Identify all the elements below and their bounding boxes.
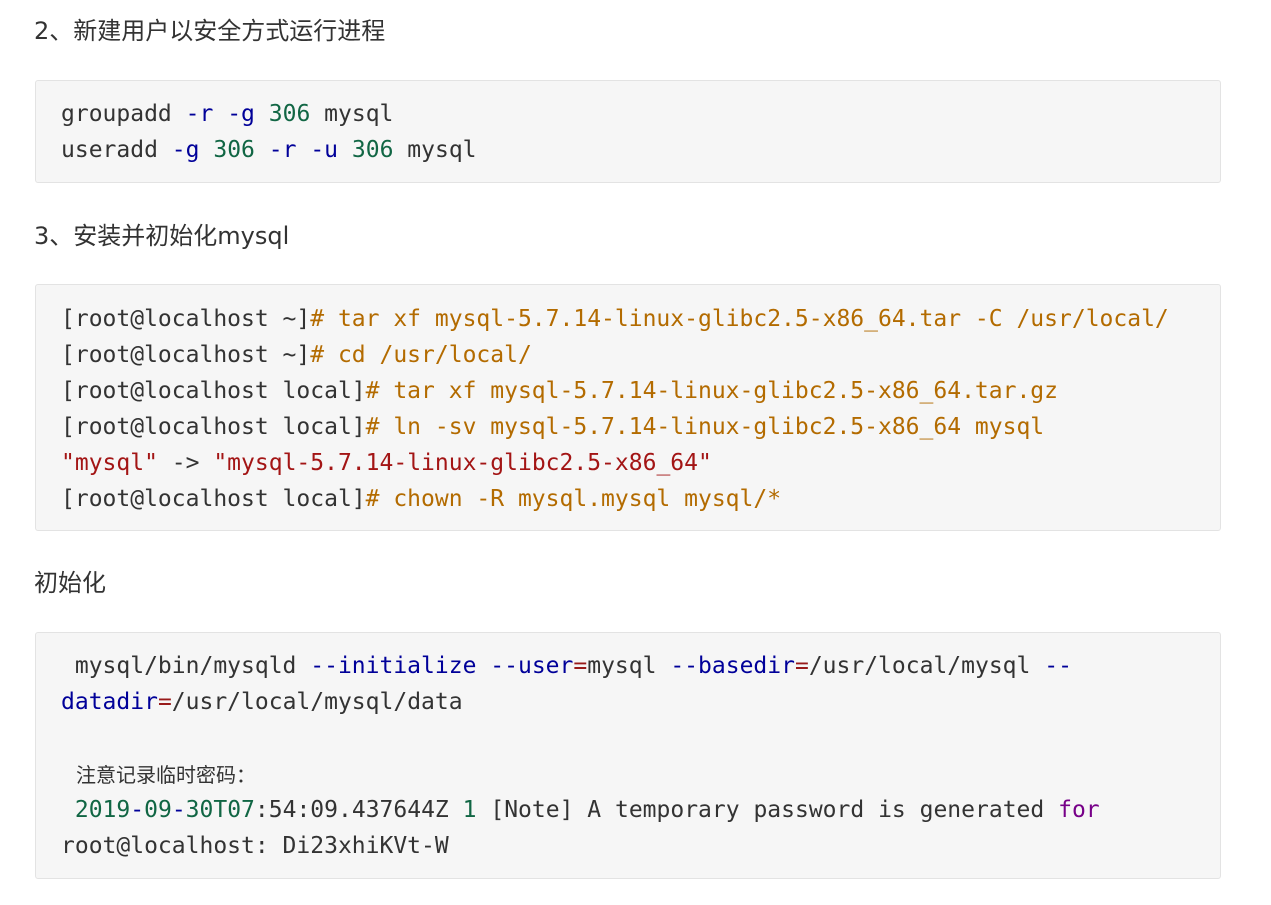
code-block-install: [root@localhost ~]# tar xf mysql-5.7.14-… [35,284,1221,531]
shell-prompt: [root@localhost local] [61,486,366,512]
code-line-tar-xf: [root@localhost ~]# tar xf mysql-5.7.14-… [61,301,1169,337]
code-token: -r [185,101,214,127]
code-token: mysql/bin/mysqld [61,653,311,679]
shell-command: # ln -sv mysql-5.7.14-linux-glibc2.5-x86… [365,414,1045,440]
code-line-ln: [root@localhost local]# ln -sv mysql-5.7… [61,409,1044,445]
code-line-tar-gz: [root@localhost local]# tar xf mysql-5.7… [61,373,1058,409]
code-block-create-user: groupadd -r -g 306 mysql useradd -g 306 … [35,80,1221,183]
code-token: useradd [61,137,158,163]
note-temp-password: 注意记录临时密码： [76,763,256,787]
code-token: 30T07 [185,797,255,823]
code-line-datadir: datadir=/usr/local/mysql/data [61,684,463,720]
code-token: 1 [462,797,477,823]
code-token: = [157,689,172,715]
code-block-initialize: mysql/bin/mysqld --initialize --user=mys… [35,632,1221,879]
code-token: --user [490,653,574,679]
code-token: datadir [61,689,158,715]
code-token: - [171,797,186,823]
code-token: 306 [268,101,311,127]
code-token: -r [268,137,297,163]
code-token: -- [1044,653,1072,679]
shell-command: # chown -R mysql.mysql mysql/* [365,486,782,512]
code-token: 2019 [74,797,131,823]
code-token: :54:09.437644Z [254,797,463,823]
code-token: for [1058,797,1100,823]
code-token: mysql [393,137,477,163]
code-line-log-output: 2019-09-30T07:54:09.437644Z 1 [Note] A t… [61,792,1100,828]
shell-prompt: [root@localhost local] [61,414,366,440]
code-line-symlink-output: "mysql" -> "mysql-5.7.14-linux-glibc2.5-… [61,445,712,481]
code-token: 09 [144,797,172,823]
code-line-password: root@localhost: Di23xhiKVt-W [61,833,449,859]
heading-initialize: 初始化 [34,569,106,597]
code-token: /usr/local/mysql/data [171,689,463,715]
code-token: --basedir [670,653,795,679]
shell-command: # tar xf mysql-5.7.14-linux-glibc2.5-x86… [310,306,1169,332]
code-line-cd: [root@localhost ~]# cd /usr/local/ [61,337,532,373]
string-token: "mysql-5.7.14-linux-glibc2.5-x86_64" [213,450,712,476]
shell-prompt: [root@localhost ~] [61,306,311,332]
code-line-groupadd: groupadd -r -g 306 mysql [61,96,393,132]
code-token: -u [310,137,339,163]
shell-prompt: [root@localhost ~] [61,342,311,368]
code-token: = [794,653,809,679]
heading-step-2: 2、新建用户以安全方式运行进程 [34,17,386,45]
shell-prompt: [root@localhost local] [61,378,366,404]
code-token: mysql [587,653,671,679]
heading-step-3: 3、安装并初始化mysql [34,222,290,250]
shell-command: # tar xf mysql-5.7.14-linux-glibc2.5-x86… [365,378,1058,404]
code-token: -g [171,137,200,163]
shell-command: # cd /usr/local/ [310,342,532,368]
code-token: -g [227,101,255,127]
arrow-token: -> [157,450,214,476]
code-token: /usr/local/mysql [808,653,1045,679]
code-line-mysqld-initialize: mysql/bin/mysqld --initialize --user=mys… [61,648,1072,684]
code-line-useradd: useradd -g 306 -r -u 306 mysql [61,132,477,168]
code-token: - [130,797,145,823]
code-token: mysql [310,101,394,127]
code-token: [Note] A temporary password is generated [476,797,1059,823]
code-token: 306 [213,137,255,163]
code-token: --initialize [310,653,477,679]
code-token: = [573,653,588,679]
code-token: groupadd [61,101,172,127]
string-token: "mysql" [61,450,158,476]
code-token: 306 [351,137,394,163]
code-line-chown: [root@localhost local]# chown -R mysql.m… [61,481,781,517]
